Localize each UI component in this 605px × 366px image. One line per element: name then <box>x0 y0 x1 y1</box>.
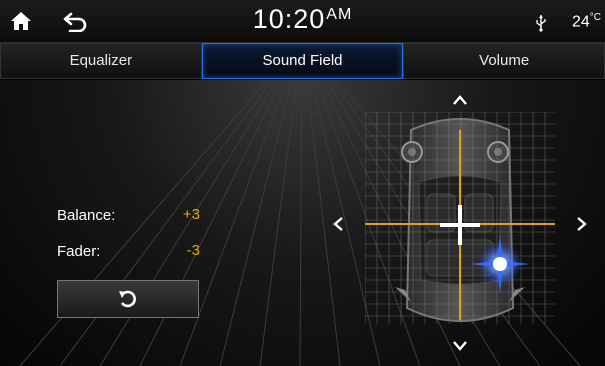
chevron-up-icon[interactable] <box>452 94 468 106</box>
tab-equalizer[interactable]: Equalizer <box>0 43 202 79</box>
temperature-unit: °C <box>589 12 602 23</box>
temperature-value: 24 <box>572 13 590 31</box>
fader-value: -3 <box>186 242 200 259</box>
sound-field-panel: Balance: +3 Fader: -3 <box>0 80 605 366</box>
temperature: 24°C <box>572 12 601 31</box>
reset-button[interactable] <box>57 280 199 318</box>
usb-icon <box>536 15 546 32</box>
clock-ampm: AM <box>326 6 353 23</box>
reset-icon <box>119 290 136 308</box>
sound-field-grid[interactable] <box>365 112 555 324</box>
tab-volume[interactable]: Volume <box>403 43 605 79</box>
clock: 10:20AM <box>0 4 605 35</box>
balance-label: Balance: <box>57 207 116 224</box>
sound-field-screen: 10:20AM 24°C Equalizer Sound Field Volum… <box>0 0 605 366</box>
chevron-right-icon[interactable] <box>576 216 588 232</box>
chevron-left-icon[interactable] <box>332 216 344 232</box>
status-bar: 10:20AM 24°C <box>0 0 605 43</box>
tab-sound-field[interactable]: Sound Field <box>201 43 404 79</box>
tab-bar: Equalizer Sound Field Volume <box>0 43 605 79</box>
clock-time: 10:20 <box>252 4 326 34</box>
balance-value: +3 <box>182 206 200 223</box>
fader-label: Fader: <box>57 243 101 260</box>
chevron-down-icon[interactable] <box>452 340 468 352</box>
